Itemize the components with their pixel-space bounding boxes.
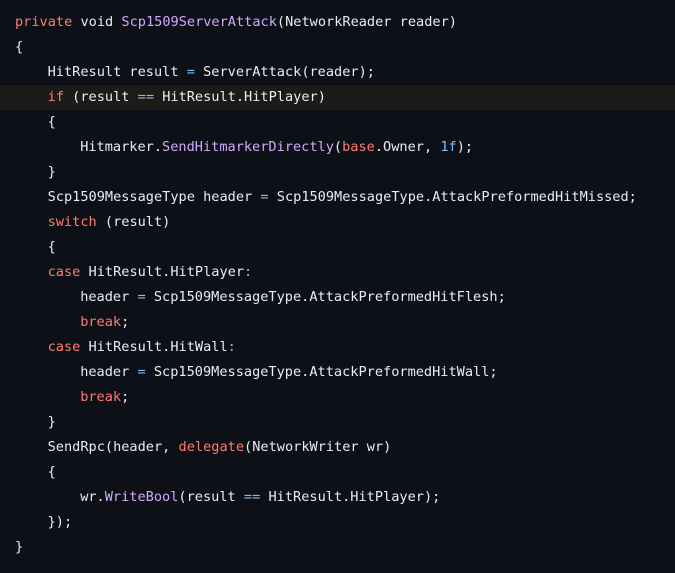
code-token: }); xyxy=(47,514,73,530)
code-token: 1f xyxy=(440,139,457,155)
code-line-highlighted: if (result == HitResult.HitPlayer) xyxy=(0,85,675,110)
code-line: SendRpc(header, delegate(NetworkWriter w… xyxy=(0,435,675,460)
code-line: break; xyxy=(0,385,675,410)
code-token: = xyxy=(260,189,269,205)
code-line: wr.WriteBool(result == HitResult.HitPlay… xyxy=(0,485,675,510)
code-token: } xyxy=(47,414,56,430)
code-line: case HitResult.HitWall: xyxy=(0,335,675,360)
code-line: { xyxy=(0,460,675,485)
code-token: header xyxy=(80,289,138,305)
code-token: void xyxy=(72,14,122,30)
code-token: { xyxy=(47,464,56,480)
code-token: SendRpc(header, xyxy=(47,439,179,455)
code-token: Scp1509MessageType header xyxy=(47,189,261,205)
code-line: { xyxy=(0,235,675,260)
code-token: == xyxy=(243,489,261,505)
code-line: case HitResult.HitPlayer: xyxy=(0,260,675,285)
code-line: switch (result) xyxy=(0,210,675,235)
code-line: { xyxy=(0,35,675,60)
code-token: (NetworkWriter wr) xyxy=(244,439,392,455)
code-viewer[interactable]: private void Scp1509ServerAttack(Network… xyxy=(0,0,675,573)
code-token: ; xyxy=(121,389,130,405)
code-token: ( xyxy=(333,139,343,155)
code-token: break xyxy=(80,389,122,405)
code-line: private void Scp1509ServerAttack(Network… xyxy=(0,10,675,35)
code-token: switch xyxy=(47,214,97,230)
code-line: break; xyxy=(0,310,675,335)
code-line: } xyxy=(0,410,675,435)
code-token: Scp1509MessageType.AttackPreformedHitWal… xyxy=(145,364,498,380)
code-token: Hitmarker. xyxy=(80,139,163,155)
code-token: = xyxy=(137,289,146,305)
code-token: case xyxy=(47,339,81,355)
code-token: HitResult result xyxy=(47,64,187,80)
code-line: header = Scp1509MessageType.AttackPrefor… xyxy=(0,285,675,310)
code-token: Scp1509MessageType.AttackPreformedHitFle… xyxy=(145,289,506,305)
code-token: (result xyxy=(178,489,244,505)
code-line: } xyxy=(0,535,675,560)
code-token: SendHitmarkerDirectly xyxy=(162,139,334,155)
code-token: HitResult.HitPlayer) xyxy=(154,89,326,105)
code-line: header = Scp1509MessageType.AttackPrefor… xyxy=(0,360,675,385)
code-line: } xyxy=(0,160,675,185)
code-token: : xyxy=(227,339,236,355)
code-token: HitResult.HitPlayer xyxy=(80,264,245,280)
code-token: header xyxy=(80,364,138,380)
code-token: (result) xyxy=(96,214,171,230)
code-line: Scp1509MessageType header = Scp1509Messa… xyxy=(0,185,675,210)
code-token: WriteBool xyxy=(104,489,179,505)
code-token: == xyxy=(137,89,155,105)
code-token: ); xyxy=(456,139,474,155)
code-line: HitResult result = ServerAttack(reader); xyxy=(0,60,675,85)
code-token: ; xyxy=(121,314,130,330)
code-token: case xyxy=(47,264,81,280)
code-token: = xyxy=(137,364,146,380)
code-token: { xyxy=(47,239,56,255)
code-token: private xyxy=(15,14,73,30)
code-token: delegate xyxy=(178,439,245,455)
code-token: if xyxy=(47,89,64,105)
code-line: { xyxy=(0,110,675,135)
code-token: .Owner, xyxy=(374,139,441,155)
code-token: : xyxy=(244,264,253,280)
code-token: } xyxy=(47,164,56,180)
code-token: (result xyxy=(63,89,138,105)
code-token: { xyxy=(47,114,56,130)
code-token: (NetworkReader reader) xyxy=(276,14,457,30)
code-token: } xyxy=(15,539,24,555)
code-token: wr. xyxy=(80,489,105,505)
code-token: Scp1509MessageType.AttackPreformedHitMis… xyxy=(268,189,637,205)
code-token: HitResult.HitWall xyxy=(80,339,228,355)
code-line: }); xyxy=(0,510,675,535)
code-token: break xyxy=(80,314,122,330)
code-token: Scp1509ServerAttack xyxy=(121,14,277,30)
code-token: base xyxy=(342,139,375,155)
code-line: Hitmarker.SendHitmarkerDirectly(base.Own… xyxy=(0,135,675,160)
code-token: = xyxy=(186,64,195,80)
code-token: ServerAttack(reader); xyxy=(194,64,375,80)
code-token: HitResult.HitPlayer); xyxy=(260,489,441,505)
code-token: { xyxy=(15,39,24,55)
